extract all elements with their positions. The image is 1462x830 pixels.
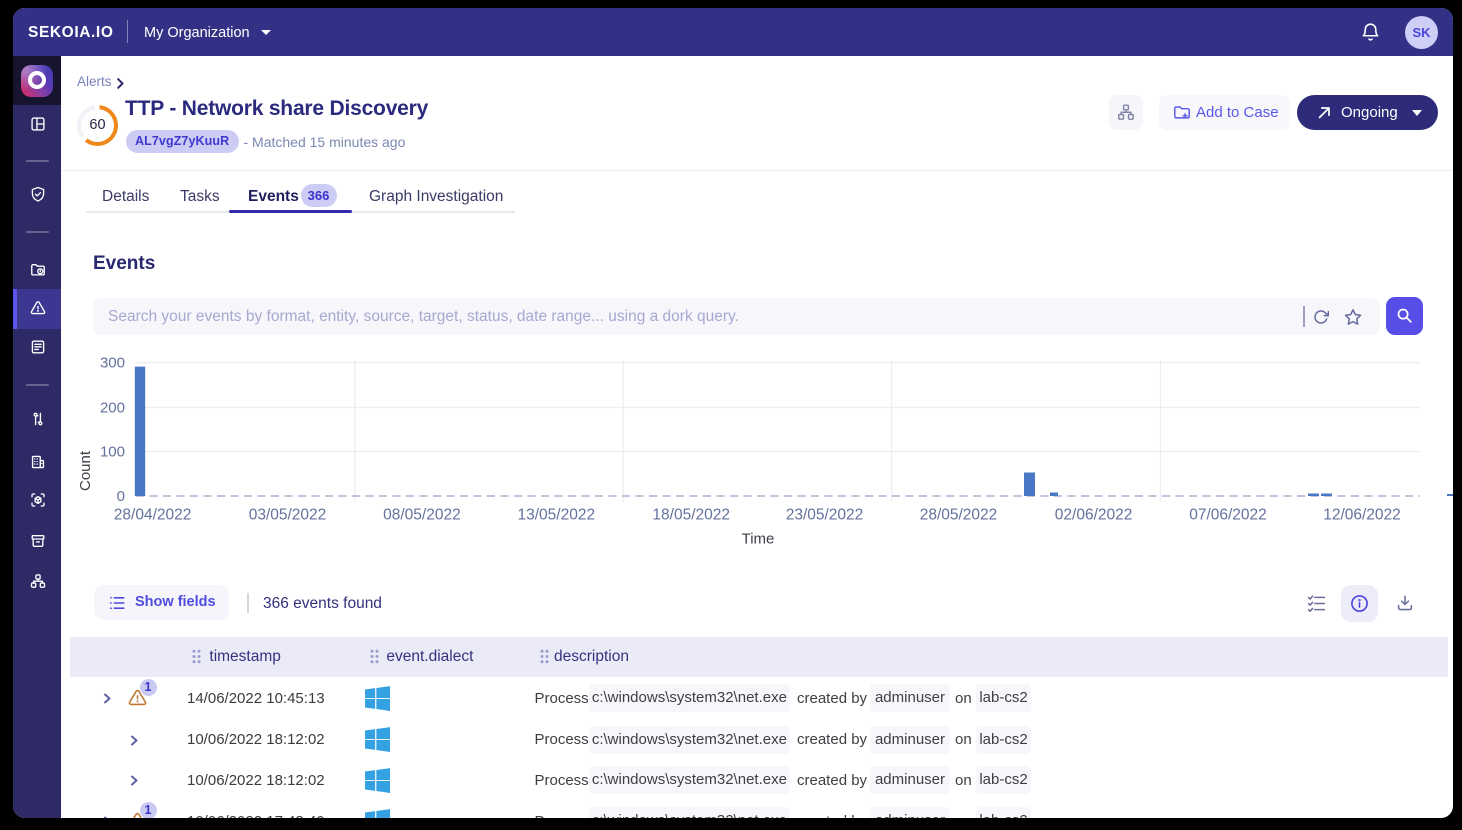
- svg-text:13/05/2022: 13/05/2022: [518, 507, 596, 524]
- svg-text:02/06/2022: 02/06/2022: [1055, 507, 1133, 524]
- svg-text:07/06/2022: 07/06/2022: [1189, 507, 1267, 524]
- svg-text:23/05/2022: 23/05/2022: [786, 507, 864, 524]
- svg-text:28/05/2022: 28/05/2022: [920, 507, 998, 524]
- svg-text:Time: Time: [742, 531, 775, 548]
- svg-text:28/04/2022: 28/04/2022: [114, 507, 192, 524]
- svg-text:18/05/2022: 18/05/2022: [652, 507, 730, 524]
- svg-text:100: 100: [100, 444, 125, 461]
- svg-text:08/05/2022: 08/05/2022: [383, 507, 461, 524]
- svg-text:300: 300: [100, 355, 125, 372]
- svg-text:12/06/2022: 12/06/2022: [1323, 507, 1401, 524]
- svg-text:0: 0: [117, 488, 125, 505]
- svg-text:03/05/2022: 03/05/2022: [249, 507, 327, 524]
- svg-text:Count: Count: [77, 450, 94, 491]
- svg-text:200: 200: [100, 400, 125, 417]
